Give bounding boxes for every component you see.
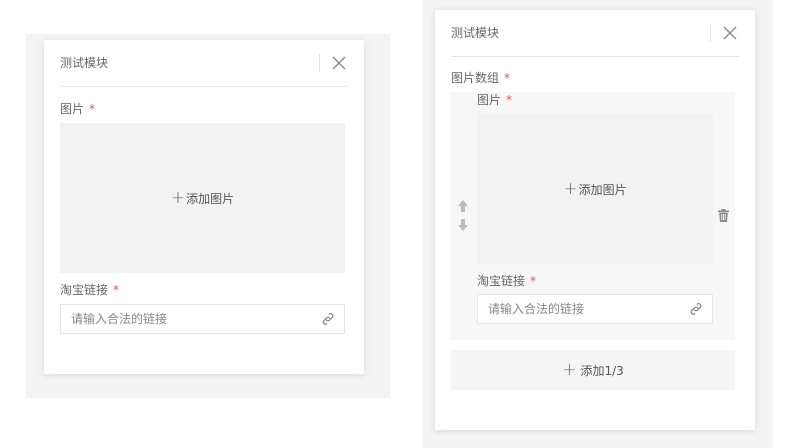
add-image-button[interactable]: + 添加图片 (563, 181, 626, 198)
plus-icon: + (563, 179, 578, 199)
link-input[interactable] (61, 305, 344, 333)
required-mark: * (89, 102, 96, 116)
header-separator (319, 54, 320, 72)
link-input[interactable] (478, 295, 712, 323)
plus-icon: + (170, 188, 186, 208)
link-input-wrapper (60, 304, 345, 334)
trash-icon[interactable] (718, 209, 729, 222)
item-link-label: 淘宝链接 * (477, 274, 537, 288)
header-separator (710, 24, 711, 42)
image-field-label: 图片 * (60, 102, 96, 116)
required-mark: * (113, 283, 120, 297)
arrow-down-icon[interactable] (457, 218, 469, 232)
add-item-button[interactable]: + 添加1/3 (451, 350, 735, 390)
link-icon[interactable] (321, 312, 335, 326)
left-panel-header: 测试模块 (60, 40, 348, 87)
link-icon[interactable] (689, 302, 703, 316)
left-panel-title: 测试模块 (60, 56, 109, 70)
right-panel-title: 测试模块 (451, 26, 500, 40)
close-icon[interactable] (330, 54, 348, 72)
item-image-label: 图片 * (477, 93, 513, 107)
arrow-up-icon[interactable] (457, 199, 469, 213)
link-field-label: 淘宝链接 * (60, 283, 120, 297)
link-input-wrapper (477, 294, 713, 324)
required-mark: * (530, 274, 537, 288)
array-item: 图片 * + 添加图片 淘宝链接 * (451, 92, 735, 340)
image-upload-area[interactable]: + 添加图片 (477, 114, 713, 264)
right-module-panel: 测试模块 图片数组 * 图片 * + 添加图片 淘宝链接 * 请输入合法的链接 … (435, 10, 755, 430)
image-array-label: 图片数组 * (451, 71, 511, 85)
right-panel-header: 测试模块 (451, 10, 739, 57)
add-image-button[interactable]: + 添加图片 (171, 190, 234, 207)
required-mark: * (504, 71, 511, 85)
image-upload-area[interactable]: + 添加图片 (60, 123, 345, 273)
plus-icon: + (562, 360, 577, 380)
close-icon[interactable] (721, 24, 739, 42)
left-module-panel: 测试模块 图片 * + 添加图片 淘宝链接 * (44, 40, 364, 374)
required-mark: * (506, 93, 513, 107)
